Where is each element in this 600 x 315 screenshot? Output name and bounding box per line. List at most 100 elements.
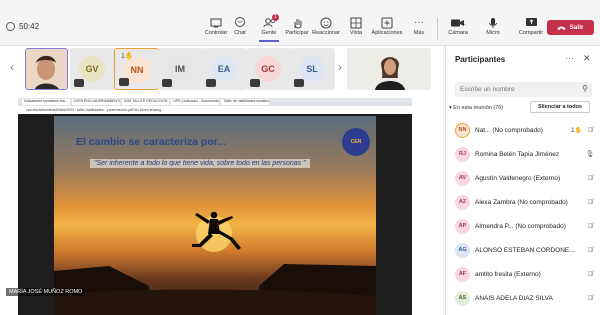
browser-url-bar: ups.edu/sites/default/files/2023 - talle… xyxy=(18,106,412,114)
avatar: AF xyxy=(455,266,470,282)
participants-panel: Participantes ··· ✕ Escribe un nombre ⚲ … xyxy=(445,46,600,315)
close-icon[interactable]: ✕ xyxy=(583,53,591,64)
in-meeting-section-header[interactable]: ▾ En esta reunión (76) xyxy=(449,105,503,111)
shield-icon xyxy=(6,22,15,31)
avatar: AZ xyxy=(455,194,470,210)
participant-tile-gc[interactable]: GC xyxy=(246,48,291,90)
participant-tile-ea[interactable]: EA xyxy=(202,48,247,90)
browser-tab: Indicadores sumativos ma... xyxy=(22,99,70,105)
meeting-toolbar: 50:42 Controlar Chat 1 Gente Participar … xyxy=(0,0,600,46)
mic-muted-icon xyxy=(294,79,304,87)
participant-row[interactable]: RJ Romina Belén Tapia Jiménez 🎙 xyxy=(455,145,595,163)
mic-muted-icon: 🎙̸ xyxy=(587,198,593,206)
meeting-timer: 50:42 xyxy=(6,22,39,31)
participant-name: ALONSO ESTEBAN CORDONE... xyxy=(475,246,575,254)
mic-muted-icon xyxy=(74,79,84,87)
mic-muted-icon xyxy=(162,79,172,87)
participant-row[interactable]: AP Almendra P... (No comprobado) 🎙̸ xyxy=(455,217,595,235)
avatar: AG xyxy=(455,242,470,258)
share-screen-icon xyxy=(525,18,537,26)
raised-hand-indicator: 1✋ xyxy=(571,127,582,134)
browser-tab: 2023 TALLER REDUCCIÓN xyxy=(121,99,170,105)
camera-icon xyxy=(451,19,466,26)
chevron-down-icon: ▾ xyxy=(449,105,452,111)
panel-title: Participantes xyxy=(455,55,506,64)
participant-name: ANAÍS ADELA DIAZ SILVA xyxy=(475,294,553,302)
slide-title: El cambio se caracteriza por... xyxy=(76,136,226,148)
smiley-icon xyxy=(320,17,332,28)
more-options-icon[interactable]: ··· xyxy=(565,53,574,63)
leave-button[interactable]: Salir xyxy=(547,20,594,35)
browser-tab: LISTA ENCUADERNAMIENTO xyxy=(71,99,120,105)
mic-muted-icon xyxy=(250,79,260,87)
participant-name: Almendra P... (No comprobado) xyxy=(475,222,566,230)
more-icon: ··· xyxy=(414,17,424,28)
phone-hangup-icon xyxy=(557,26,566,30)
participant-row[interactable]: AV Agustín Valdenegro (Externo) 🎙̸ xyxy=(455,169,595,187)
participant-name: Agustín Valdenegro (Externo) xyxy=(475,174,561,182)
browser-tab: Taller de habilidades sociales xyxy=(221,99,270,105)
search-icon: ⚲ xyxy=(582,84,588,93)
browser-tab: UPS | Indicador - Documentos xyxy=(171,99,220,105)
mic-muted-icon: 🎙̸ xyxy=(587,294,593,302)
participant-tile-im[interactable]: IM xyxy=(158,48,203,90)
avatar: GC xyxy=(255,56,281,82)
avatar: GV xyxy=(79,56,105,82)
avatar: NN xyxy=(455,122,470,138)
mic-muted-icon: 🎙̸ xyxy=(587,270,593,278)
participant-tile-nn[interactable]: 1✋ NN xyxy=(114,48,159,90)
avatar: EA xyxy=(211,56,237,82)
participant-search-input[interactable]: Escribe un nombre ⚲ xyxy=(455,82,592,97)
participant-row[interactable]: AG ALONSO ESTEBAN CORDONE... 🎙̸ xyxy=(455,241,595,259)
shared-screen: Indicadores sumativos ma... LISTA ENCUAD… xyxy=(18,98,412,315)
avatar: IM xyxy=(167,56,193,82)
mic-muted-icon: 🎙̸ xyxy=(587,246,593,254)
participant-row[interactable]: NN Nat... (No comprobado) 1✋ 🎙̸ xyxy=(455,121,595,139)
meeting-stage: GV 1✋ NN IM EA GC SL ‹ › Indicadores sum… xyxy=(0,46,443,315)
microphone-icon: 🎙 xyxy=(585,151,595,158)
slide-quote: "Ser inherente a todo lo que tiene vida,… xyxy=(90,159,310,168)
camara-button[interactable]: Cámara xyxy=(438,16,478,36)
participant-row[interactable]: AS ANAÍS ADELA DIAZ SILVA 🎙̸ xyxy=(455,289,595,307)
self-video xyxy=(347,48,431,90)
avatar: AV xyxy=(455,170,470,186)
participant-strip: GV 1✋ NN IM EA GC SL ‹ › xyxy=(0,46,443,94)
mute-all-button[interactable]: Silenciar a todos xyxy=(530,101,590,113)
avatar: AS xyxy=(455,290,470,306)
avatar: AP xyxy=(455,218,470,234)
slide-logo: CEN xyxy=(342,128,370,156)
participant-video xyxy=(26,49,67,89)
teams-meeting-window: 50:42 Controlar Chat 1 Gente Participar … xyxy=(0,0,600,315)
raise-hand-icon xyxy=(294,18,301,29)
participant-name: Romina Belén Tapia Jiménez xyxy=(475,150,560,158)
participant-row[interactable]: AZ Alexa Zambra (No comprobado) 🎙̸ xyxy=(455,193,595,211)
presenter-name-label: MARÍA JOSÉ MUÑOZ ROMO xyxy=(6,288,86,296)
participant-video-tile[interactable] xyxy=(25,48,68,90)
participant-tile-sl[interactable]: SL xyxy=(290,48,335,90)
presentation-slide: El cambio se caracteriza por... "Ser inh… xyxy=(54,116,376,315)
mas-button[interactable]: ··· Más xyxy=(399,16,439,36)
mic-muted-icon: 🎙̸ xyxy=(587,126,593,134)
mic-muted-icon: 🎙̸ xyxy=(587,174,593,182)
grid-view-icon xyxy=(350,17,362,28)
timer-text: 50:42 xyxy=(19,22,40,31)
participant-name: Alexa Zambra (No comprobado) xyxy=(475,198,568,206)
mic-muted-icon xyxy=(206,79,216,87)
participant-name: amtito fresita (Externo) xyxy=(475,270,541,278)
participant-name: Nat... (No comprobado) xyxy=(475,126,543,134)
micro-button[interactable]: Micro xyxy=(473,16,513,36)
compartir-button[interactable]: Compartir xyxy=(511,16,551,36)
chevron-left-icon[interactable]: ‹ xyxy=(10,60,14,74)
avatar: SL xyxy=(299,56,325,82)
chat-icon xyxy=(235,17,245,27)
mic-muted-icon xyxy=(119,78,129,86)
avatar: RJ xyxy=(455,146,470,162)
browser-tab-bar: Indicadores sumativos ma... LISTA ENCUAD… xyxy=(18,98,412,106)
add-apps-icon xyxy=(381,17,393,28)
mic-muted-icon: 🎙̸ xyxy=(587,222,593,230)
participant-tile-gv[interactable]: GV xyxy=(70,48,115,90)
microphone-icon xyxy=(489,17,497,28)
self-video-tile[interactable] xyxy=(347,48,431,90)
participant-row[interactable]: AF amtito fresita (Externo) 🎙̸ xyxy=(455,265,595,283)
chevron-right-icon[interactable]: › xyxy=(338,60,342,74)
